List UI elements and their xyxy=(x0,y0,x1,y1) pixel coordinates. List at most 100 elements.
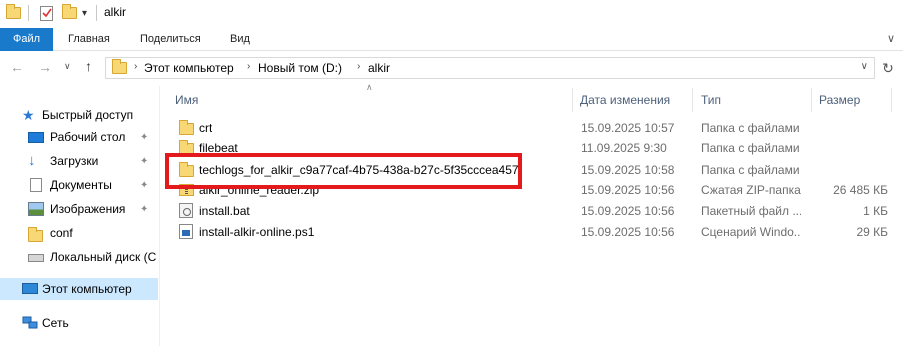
file-name: filebeat xyxy=(199,141,238,155)
nav-label: Изображения xyxy=(50,202,126,216)
file-type: Сценарий Windo... xyxy=(701,225,801,239)
nav-item-local-disk-c[interactable]: Локальный диск (C xyxy=(0,246,158,268)
window-title: alkir xyxy=(104,5,127,19)
back-icon[interactable]: ← xyxy=(10,59,24,75)
customize-quick-access-icon[interactable]: ▾ xyxy=(82,4,87,22)
up-icon[interactable]: ↑ xyxy=(85,58,92,74)
folder-icon xyxy=(28,227,44,244)
file-size: 29 КБ xyxy=(856,225,888,239)
nav-label: Документы xyxy=(50,178,112,192)
pin-icon[interactable]: ✦ xyxy=(140,180,148,191)
file-type: Папка с файлами xyxy=(701,163,800,177)
file-date: 15.09.2025 10:56 xyxy=(581,225,675,239)
file-type: Папка с файлами xyxy=(701,121,800,135)
file-row[interactable]: filebeat 11.09.2025 9:30 Папка с файлами xyxy=(171,138,896,159)
computer-icon xyxy=(22,283,38,294)
new-folder-icon[interactable] xyxy=(62,4,77,22)
chevron-right-icon[interactable]: › xyxy=(357,61,360,72)
sort-ascending-icon: ∧ xyxy=(366,82,373,92)
divider xyxy=(96,5,97,21)
nav-item-documents[interactable]: Документы ✦ xyxy=(0,174,158,196)
column-divider[interactable] xyxy=(692,88,693,112)
file-type: Пакетный файл ... xyxy=(701,204,801,218)
folder-icon xyxy=(179,140,194,157)
file-date: 15.09.2025 10:57 xyxy=(581,121,675,135)
nav-label: Сеть xyxy=(42,316,69,330)
pin-icon[interactable]: ✦ xyxy=(140,156,148,167)
tab-home[interactable]: Главная xyxy=(68,28,110,51)
file-date: 11.09.2025 9:30 xyxy=(581,141,667,155)
folder-icon xyxy=(179,120,194,137)
forward-icon[interactable]: → xyxy=(38,59,52,75)
file-row[interactable]: install.bat 15.09.2025 10:56 Пакетный фа… xyxy=(171,201,896,222)
column-divider[interactable] xyxy=(891,88,892,112)
recent-locations-icon[interactable]: ∨ xyxy=(64,61,71,72)
file-row[interactable]: crt 15.09.2025 10:57 Папка с файлами xyxy=(171,118,896,139)
column-divider[interactable] xyxy=(572,88,573,112)
file-type: Сжатая ZIP-папка xyxy=(701,183,801,197)
breadcrumb-this-pc[interactable]: Этот компьютер xyxy=(144,61,234,75)
file-size: 1 КБ xyxy=(863,204,888,218)
breadcrumb-drive-d[interactable]: Новый том (D:) xyxy=(258,61,342,75)
nav-item-downloads[interactable]: ↓ Загрузки ✦ xyxy=(0,150,158,172)
ribbon-tabs: Файл Главная Поделиться Вид ∨ xyxy=(0,28,903,51)
script-icon xyxy=(179,224,193,239)
desktop-icon xyxy=(28,132,44,143)
chevron-right-icon[interactable]: › xyxy=(247,61,250,72)
nav-label: Загрузки xyxy=(50,154,99,168)
file-name: crt xyxy=(199,121,213,135)
nav-item-desktop[interactable]: Рабочий стол ✦ xyxy=(0,126,158,148)
title-bar: ▾ alkir xyxy=(0,0,903,28)
file-name: alkir_online_reader.zip xyxy=(199,183,320,197)
nav-item-this-pc[interactable]: Этот компьютер xyxy=(0,278,158,300)
folder-icon xyxy=(6,4,21,22)
file-name: install-alkir-online.ps1 xyxy=(199,225,315,239)
folder-icon xyxy=(112,59,127,77)
star-icon: ★ xyxy=(22,107,35,123)
properties-icon[interactable] xyxy=(40,4,54,22)
address-bar[interactable]: › Этот компьютер › Новый том (D:) › alki… xyxy=(105,57,875,79)
pin-icon[interactable]: ✦ xyxy=(140,132,148,143)
pin-icon[interactable]: ✦ xyxy=(140,204,148,215)
tab-file[interactable]: Файл xyxy=(0,28,53,51)
divider xyxy=(28,5,29,21)
navigation-pane: ★ Быстрый доступ Рабочий стол ✦ ↓ Загруз… xyxy=(0,86,160,346)
nav-label: conf xyxy=(50,226,73,240)
folder-icon xyxy=(179,162,194,179)
drive-icon xyxy=(28,254,44,262)
file-row[interactable]: alkir_online_reader.zip 15.09.2025 10:56… xyxy=(171,180,896,201)
pictures-icon xyxy=(28,202,44,216)
file-row[interactable]: techlogs_for_alkir_c9a77caf-4b75-438a-b2… xyxy=(171,160,896,181)
file-size: 26 485 КБ xyxy=(833,183,888,197)
nav-label: Этот компьютер xyxy=(42,282,132,296)
nav-label: Локальный диск (C xyxy=(50,250,157,264)
nav-item-network[interactable]: Сеть xyxy=(0,312,158,334)
nav-label: Рабочий стол xyxy=(50,130,126,144)
file-list: ∧ Имя Дата изменения Тип Размер crt 15.0… xyxy=(161,82,903,346)
file-date: 15.09.2025 10:58 xyxy=(581,163,675,177)
nav-item-conf[interactable]: conf xyxy=(0,222,158,244)
column-header-type[interactable]: Тип xyxy=(701,86,721,114)
file-date: 15.09.2025 10:56 xyxy=(581,183,675,197)
file-date: 15.09.2025 10:56 xyxy=(581,204,675,218)
network-icon xyxy=(22,316,38,330)
nav-item-quick-access[interactable]: ★ Быстрый доступ xyxy=(0,104,158,126)
zip-icon xyxy=(179,184,194,196)
breadcrumb-alkir[interactable]: alkir xyxy=(368,61,390,75)
column-header-name[interactable]: Имя xyxy=(175,86,198,114)
nav-item-pictures[interactable]: Изображения ✦ xyxy=(0,198,158,220)
column-divider[interactable] xyxy=(811,88,812,112)
expand-ribbon-icon[interactable]: ∨ xyxy=(887,32,895,45)
chevron-down-icon[interactable]: ∨ xyxy=(861,61,868,72)
file-type: Папка с файлами xyxy=(701,141,800,155)
column-header-date[interactable]: Дата изменения xyxy=(580,86,670,114)
bat-icon xyxy=(179,203,193,218)
column-header-size[interactable]: Размер xyxy=(819,86,860,114)
tab-view[interactable]: Вид xyxy=(230,28,250,51)
file-row[interactable]: install-alkir-online.ps1 15.09.2025 10:5… xyxy=(171,222,896,243)
refresh-icon[interactable]: ↻ xyxy=(879,60,897,78)
chevron-right-icon[interactable]: › xyxy=(134,61,137,72)
tab-share[interactable]: Поделиться xyxy=(140,28,201,51)
nav-label: Быстрый доступ xyxy=(42,108,134,122)
file-name: install.bat xyxy=(199,204,250,218)
